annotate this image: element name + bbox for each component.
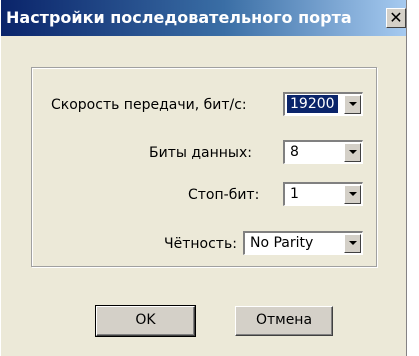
data-bits-value: 8	[290, 144, 299, 160]
parity-value: No Parity	[250, 235, 314, 251]
cancel-button[interactable]: Отмена	[235, 306, 333, 336]
stop-bits-label: Стоп-бит:	[188, 187, 260, 203]
data-bits-label: Биты данных:	[149, 145, 252, 161]
baud-rate-label: Скорость передачи, бит/с:	[51, 97, 247, 113]
stop-bits-select[interactable]: 1	[283, 182, 363, 206]
window-title: Настройки последовательного порта	[6, 8, 352, 27]
title-bar[interactable]: Настройки последовательного порта ✕	[1, 0, 406, 36]
parity-label: Чётность:	[164, 236, 237, 252]
chevron-down-icon[interactable]	[344, 143, 361, 162]
close-button[interactable]: ✕	[386, 8, 406, 28]
baud-rate-select[interactable]: 19200	[283, 92, 363, 116]
baud-rate-value: 19200	[287, 95, 338, 113]
chevron-down-icon[interactable]	[344, 234, 361, 253]
close-icon: ✕	[389, 8, 403, 27]
ok-button[interactable]: OK	[95, 305, 196, 337]
parity-select[interactable]: No Parity	[243, 231, 363, 255]
serial-port-settings-dialog: Настройки последовательного порта ✕ Скор…	[0, 0, 407, 356]
data-bits-select[interactable]: 8	[283, 140, 363, 164]
stop-bits-value: 1	[290, 186, 299, 202]
chevron-down-icon[interactable]	[344, 185, 361, 204]
chevron-down-icon[interactable]	[344, 95, 361, 114]
